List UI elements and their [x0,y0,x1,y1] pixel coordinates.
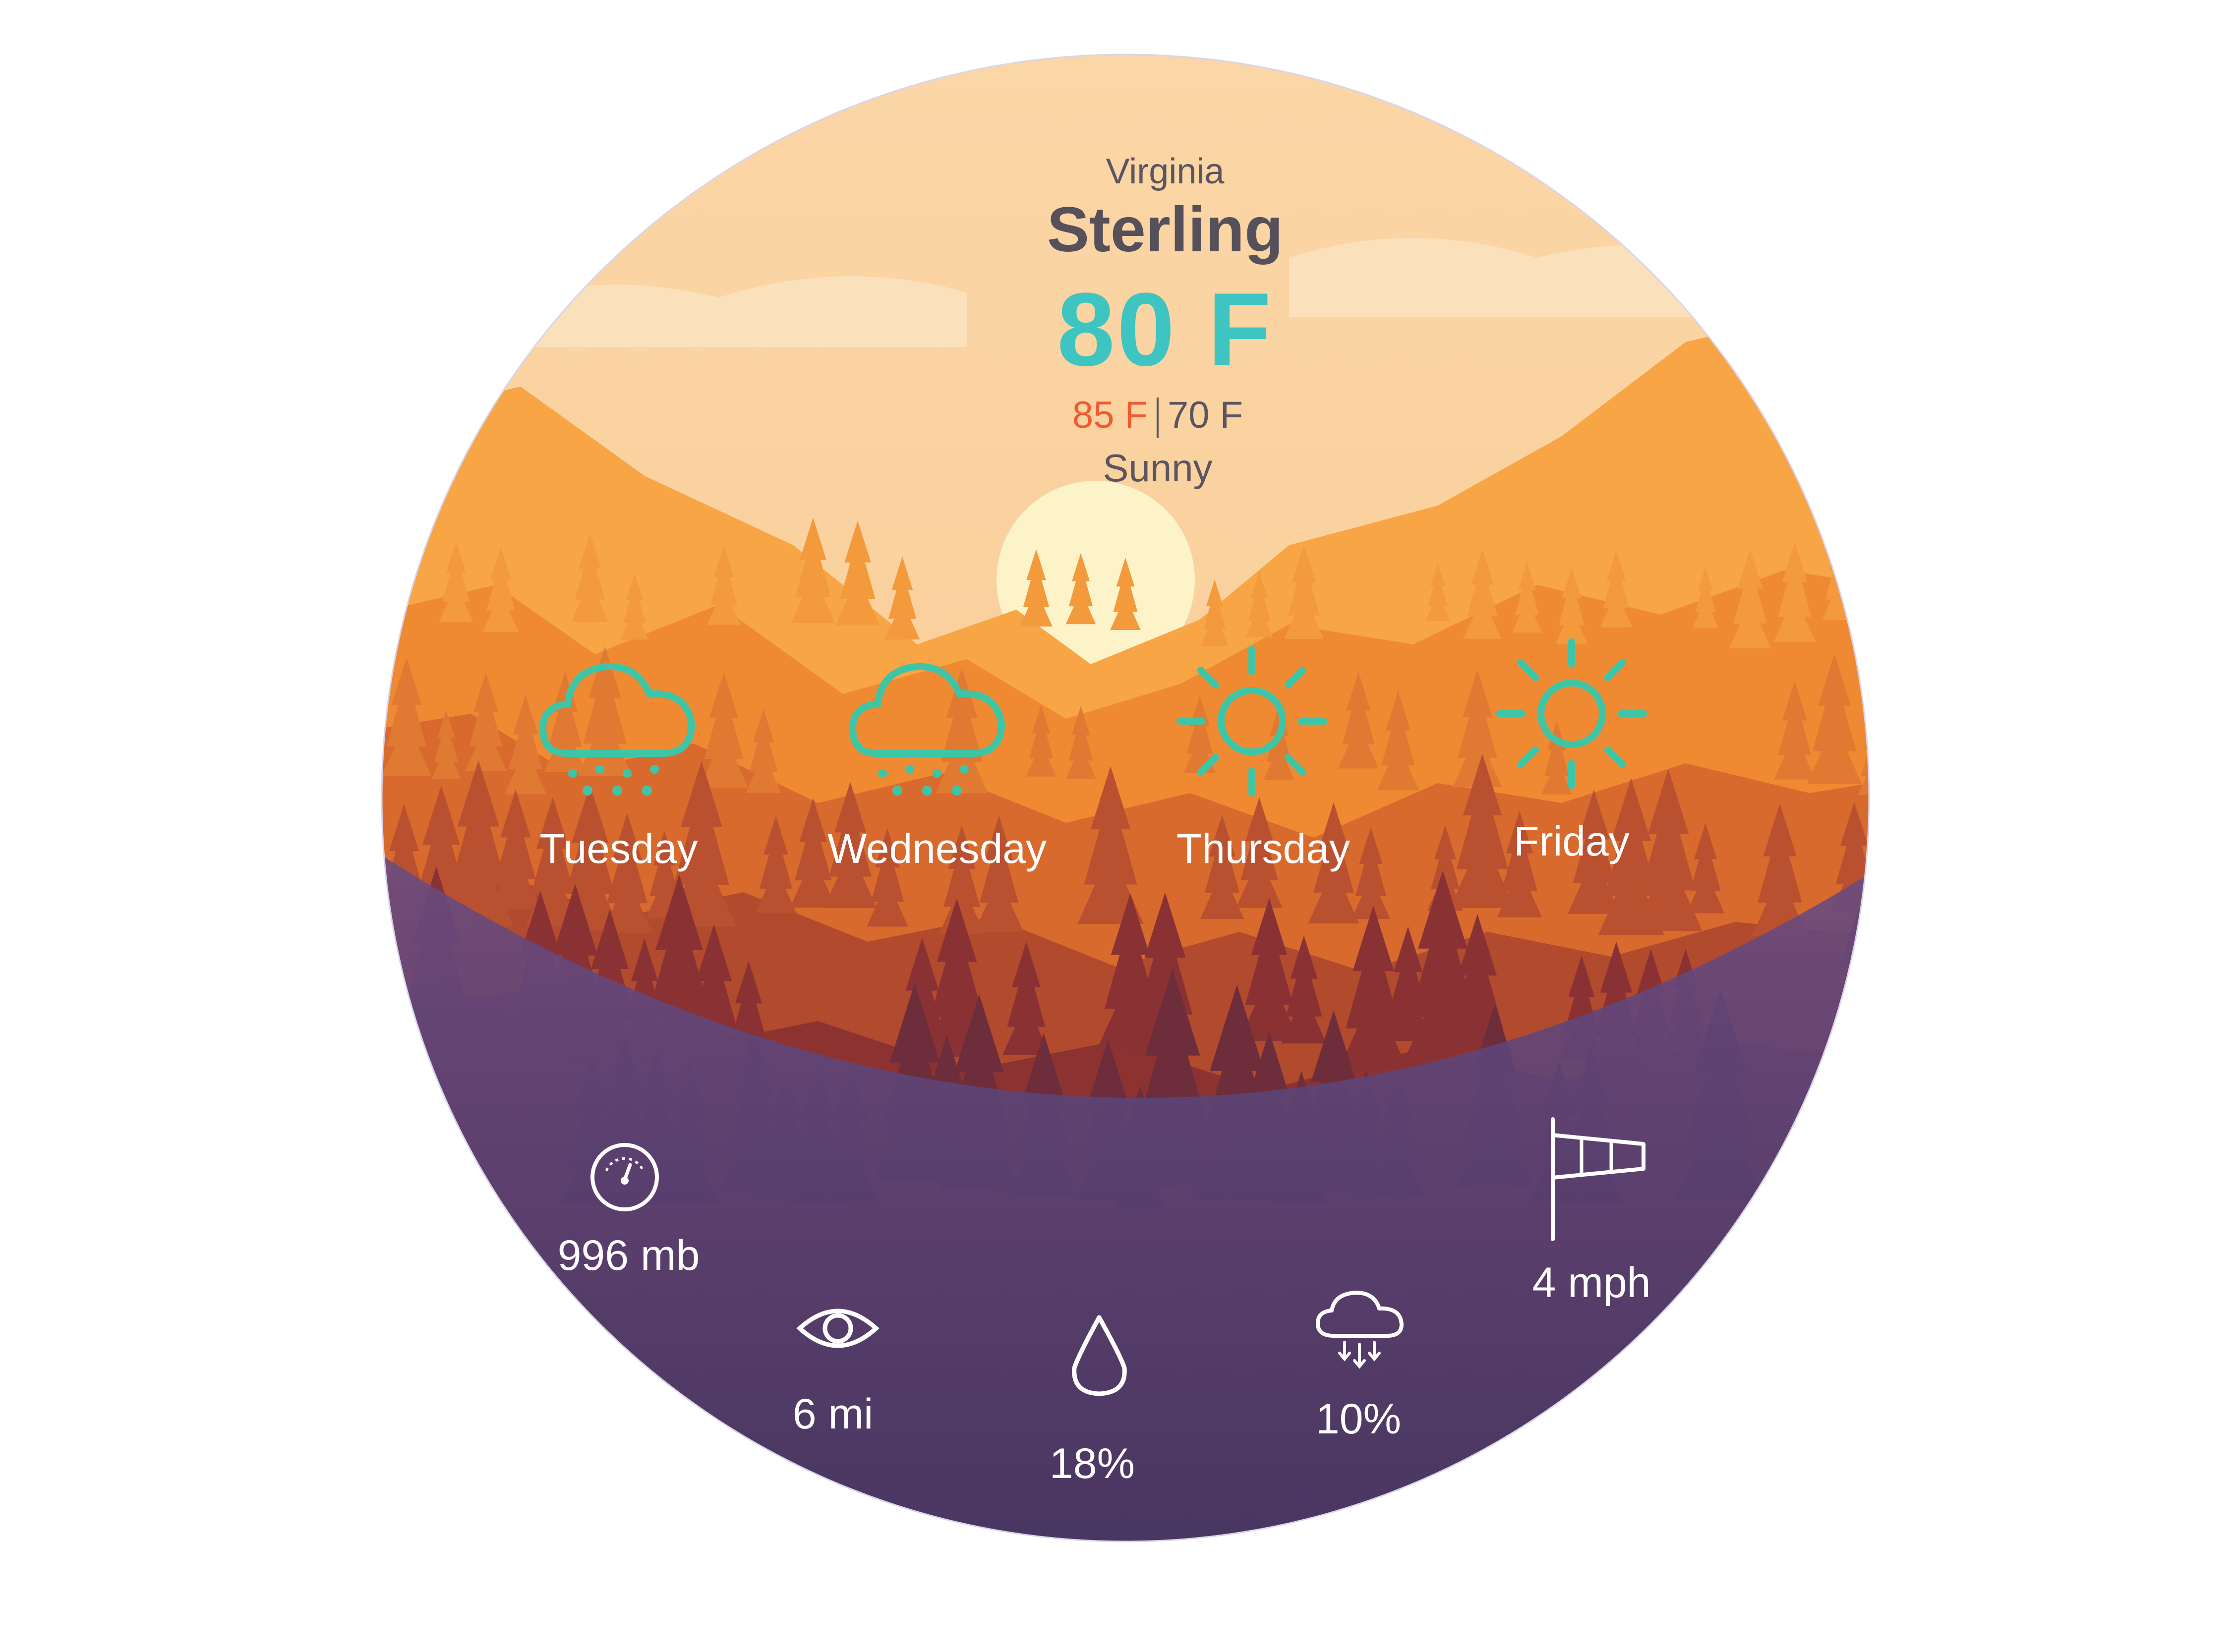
current-temperature: 80 F [1057,271,1274,388]
windsock-icon [1551,1117,1645,1241]
tree [382,696,385,780]
tree [1892,693,1936,796]
visibility-value: 6 mi [792,1390,874,1438]
eye-icon [796,1309,880,1348]
tree [1872,944,1917,1051]
pressure-value: 996 mb [557,1232,700,1279]
low-temperature: 70 F [1168,394,1243,436]
precipitation-cloud-icon [1316,1291,1404,1369]
precipitation-value: 10% [1315,1395,1402,1443]
tree [1857,1066,1869,1181]
water-drop-icon [1072,1315,1127,1396]
condition-label: Sunny [1103,446,1213,490]
sun-icon [1496,638,1647,789]
rain-cloud-icon [849,663,1005,796]
forecast-day-thursday: Thursday [1176,825,1350,872]
humidity-value: 18% [1049,1440,1135,1487]
high-temperature: 85 F [1072,394,1148,436]
range-divider [1157,397,1159,438]
tree [1863,796,1869,931]
forecast-day-tuesday: Tuesday [539,825,698,872]
weather-widget: Virginia Sterling 80 F 85 F 70 F Sunny Tu… [0,0,2231,1652]
forecast-day-wednesday: Wednesday [827,825,1047,872]
tree [382,539,385,623]
state-label: Virginia [1106,152,1225,191]
temperature-range: 85 F 70 F [1072,397,1243,438]
tree [382,933,394,1059]
city-label: Sterling [1047,194,1284,265]
wind-value: 4 mph [1532,1259,1651,1307]
sun-icon [1176,646,1327,797]
rain-cloud-icon [539,663,696,796]
pressure-gauge-icon [590,1143,659,1211]
forecast-day-friday: Friday [1514,818,1630,864]
